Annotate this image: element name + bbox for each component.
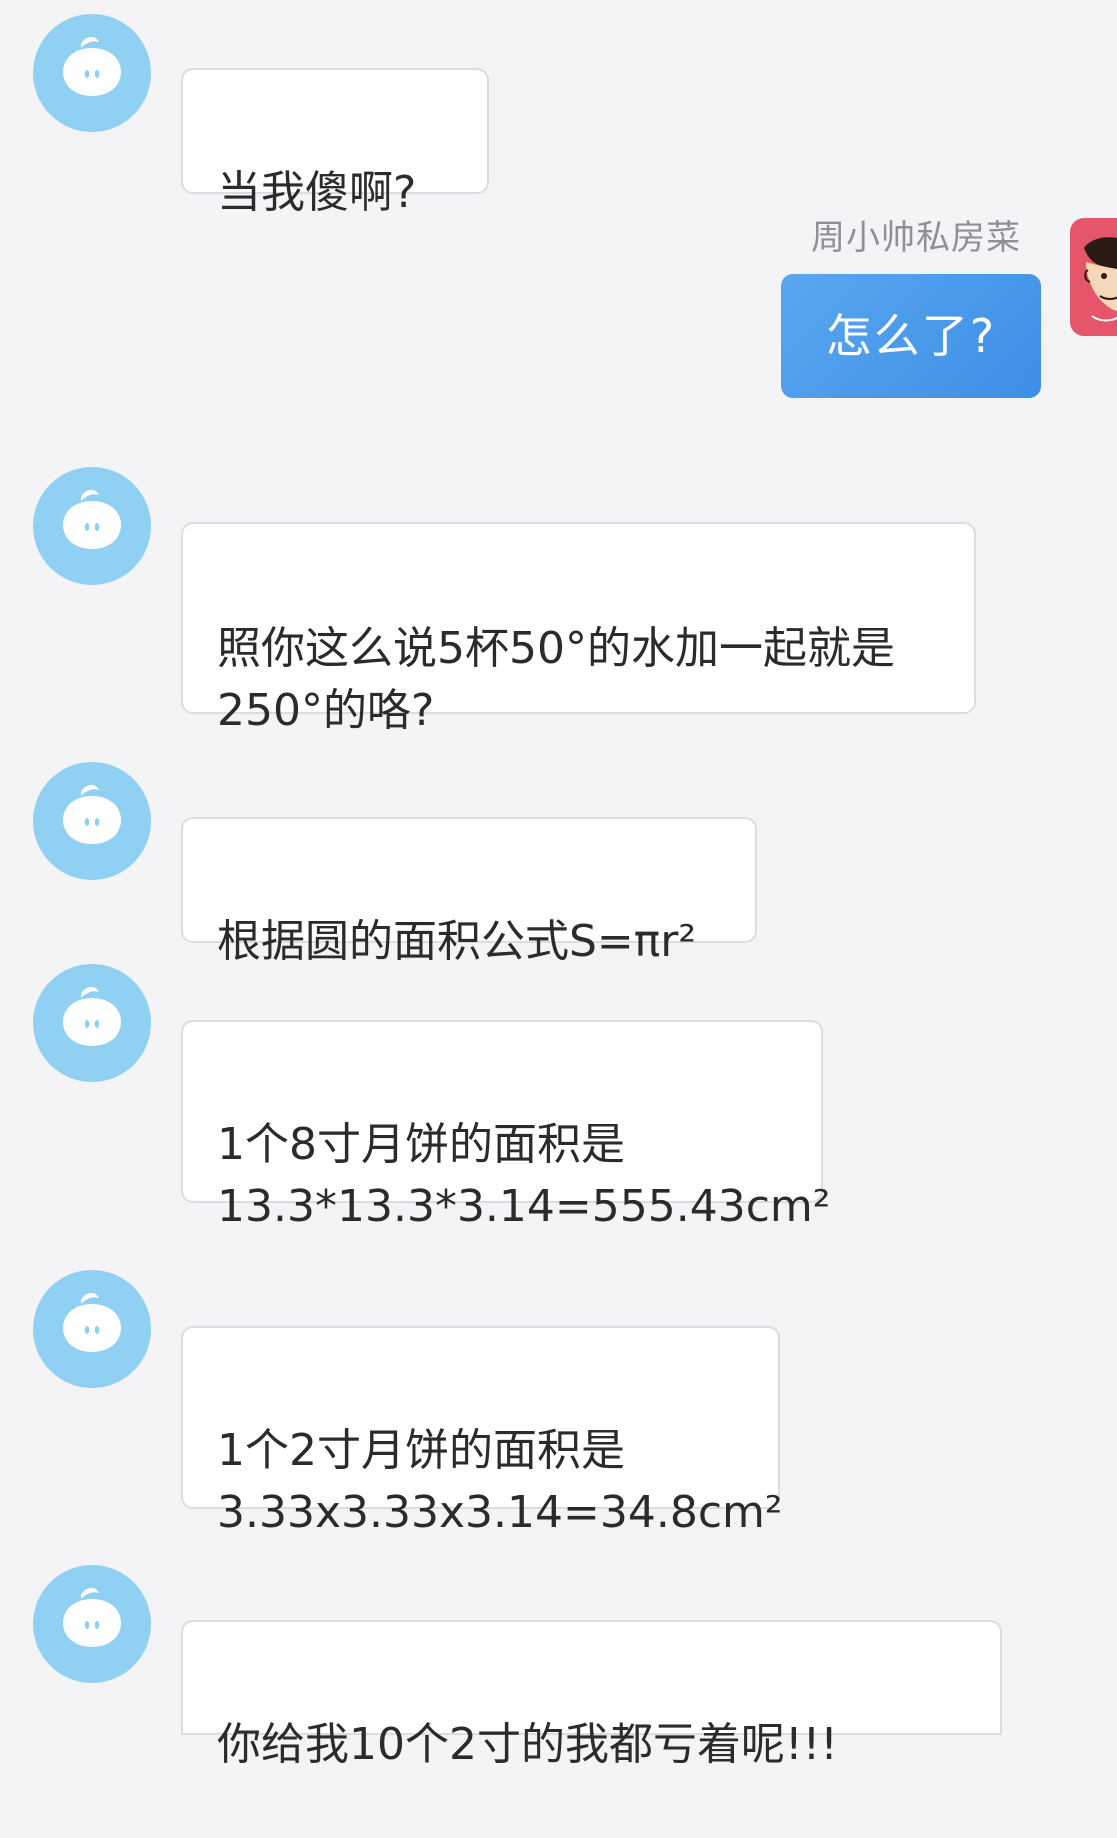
- message-bubble[interactable]: 你给我10个2寸的我都亏着呢!!!: [181, 1620, 1002, 1770]
- chat-bubble-face-icon: [63, 36, 121, 96]
- service-avatar[interactable]: [33, 1565, 151, 1683]
- message-bubble[interactable]: 根据圆的面积公式S=πr²: [181, 817, 757, 967]
- message-text: 1个2寸月饼的面积是 3.33x3.33x3.14=34.8cm²: [217, 1425, 783, 1538]
- service-avatar[interactable]: [33, 1270, 151, 1388]
- message-text: 你给我10个2寸的我都亏着呢!!!: [217, 1719, 838, 1770]
- sender-name: 周小帅私房菜: [811, 218, 1021, 258]
- service-avatar[interactable]: [33, 14, 151, 132]
- message-bubble[interactable]: 1个8寸月饼的面积是 13.3*13.3*3.14=555.43cm²: [181, 1020, 830, 1232]
- message-bubble[interactable]: 照你这么说5杯50°的水加一起就是 250°的咯?: [181, 522, 976, 736]
- user-avatar[interactable]: [1070, 218, 1117, 336]
- service-avatar[interactable]: [33, 467, 151, 585]
- service-avatar[interactable]: [33, 762, 151, 880]
- message-bubble[interactable]: 当我傻啊?: [181, 68, 489, 218]
- message-text: 照你这么说5杯50°的水加一起就是 250°的咯?: [217, 623, 895, 736]
- message-text: 当我傻啊?: [217, 167, 417, 218]
- chat-bubble-face-icon: [63, 986, 121, 1046]
- chat-bubble-face-icon: [63, 784, 121, 844]
- message-text: 1个8寸月饼的面积是 13.3*13.3*3.14=555.43cm²: [217, 1119, 831, 1232]
- cartoon-face-avatar: [1078, 237, 1117, 336]
- chat-bubble-face-icon: [63, 1292, 121, 1352]
- message-bubble-outgoing[interactable]: 怎么了?: [781, 274, 1041, 398]
- service-avatar[interactable]: [33, 964, 151, 1082]
- message-text: 根据圆的面积公式S=πr²: [217, 916, 697, 967]
- chat-bubble-face-icon: [63, 489, 121, 549]
- message-bubble[interactable]: 1个2寸月饼的面积是 3.33x3.33x3.14=34.8cm²: [181, 1326, 783, 1538]
- message-text: 怎么了?: [825, 309, 997, 363]
- chat-bubble-face-icon: [63, 1587, 121, 1647]
